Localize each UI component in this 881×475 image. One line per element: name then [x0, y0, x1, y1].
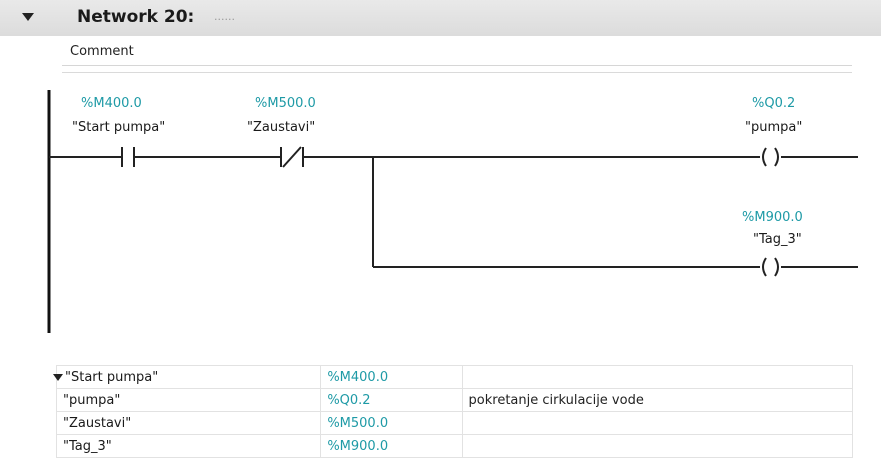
tag-address: %Q0.2 — [320, 388, 463, 412]
tag-comment[interactable] — [461, 365, 854, 389]
tag-comment[interactable] — [461, 411, 854, 435]
table-row[interactable]: "pumpa" %Q0.2 pokretanje cirkulacije vod… — [55, 388, 854, 412]
no-contact-start-pumpa[interactable] — [121, 147, 135, 167]
ladder-diagram: %M400.0 "Start pumpa" %M500.0 "Zaustavi"… — [47, 90, 858, 333]
tag-comment[interactable] — [461, 434, 854, 458]
coil-1-address[interactable]: %Q0.2 — [752, 96, 795, 111]
contact-nc-address[interactable]: %M500.0 — [255, 96, 316, 111]
coil-tag-3[interactable] — [762, 257, 779, 277]
coil-2-tag[interactable]: "Tag_3" — [753, 232, 802, 247]
contact-no-tag[interactable]: "Start pumpa" — [72, 120, 165, 135]
tag-comment[interactable]: pokretanje cirkulacije vode — [461, 388, 854, 412]
table-row[interactable]: "Tag_3" %M900.0 — [55, 434, 854, 458]
contact-no-address[interactable]: %M400.0 — [81, 96, 142, 111]
coil-1-tag[interactable]: "pumpa" — [745, 120, 802, 135]
coil-2-address[interactable]: %M900.0 — [742, 210, 803, 225]
tag-name: "Tag_3" — [55, 434, 322, 458]
tag-name: "Start pumpa" — [65, 369, 159, 385]
tag-name: "pumpa" — [55, 388, 322, 412]
tag-address: %M900.0 — [320, 434, 463, 458]
table-row[interactable]: "Zaustavi" %M500.0 — [55, 411, 854, 435]
tag-address: %M400.0 — [320, 365, 463, 389]
tag-info-table: "Start pumpa" %M400.0 "pumpa" %Q0.2 pokr… — [53, 365, 854, 458]
contact-nc-tag[interactable]: "Zaustavi" — [247, 120, 315, 135]
coil-pumpa[interactable] — [762, 147, 779, 167]
table-row[interactable]: "Start pumpa" %M400.0 — [53, 365, 854, 389]
tag-address: %M500.0 — [320, 411, 463, 435]
tag-name: "Zaustavi" — [55, 411, 322, 435]
nc-contact-zaustavi[interactable] — [280, 146, 304, 168]
collapse-triangle-icon[interactable] — [53, 373, 63, 381]
